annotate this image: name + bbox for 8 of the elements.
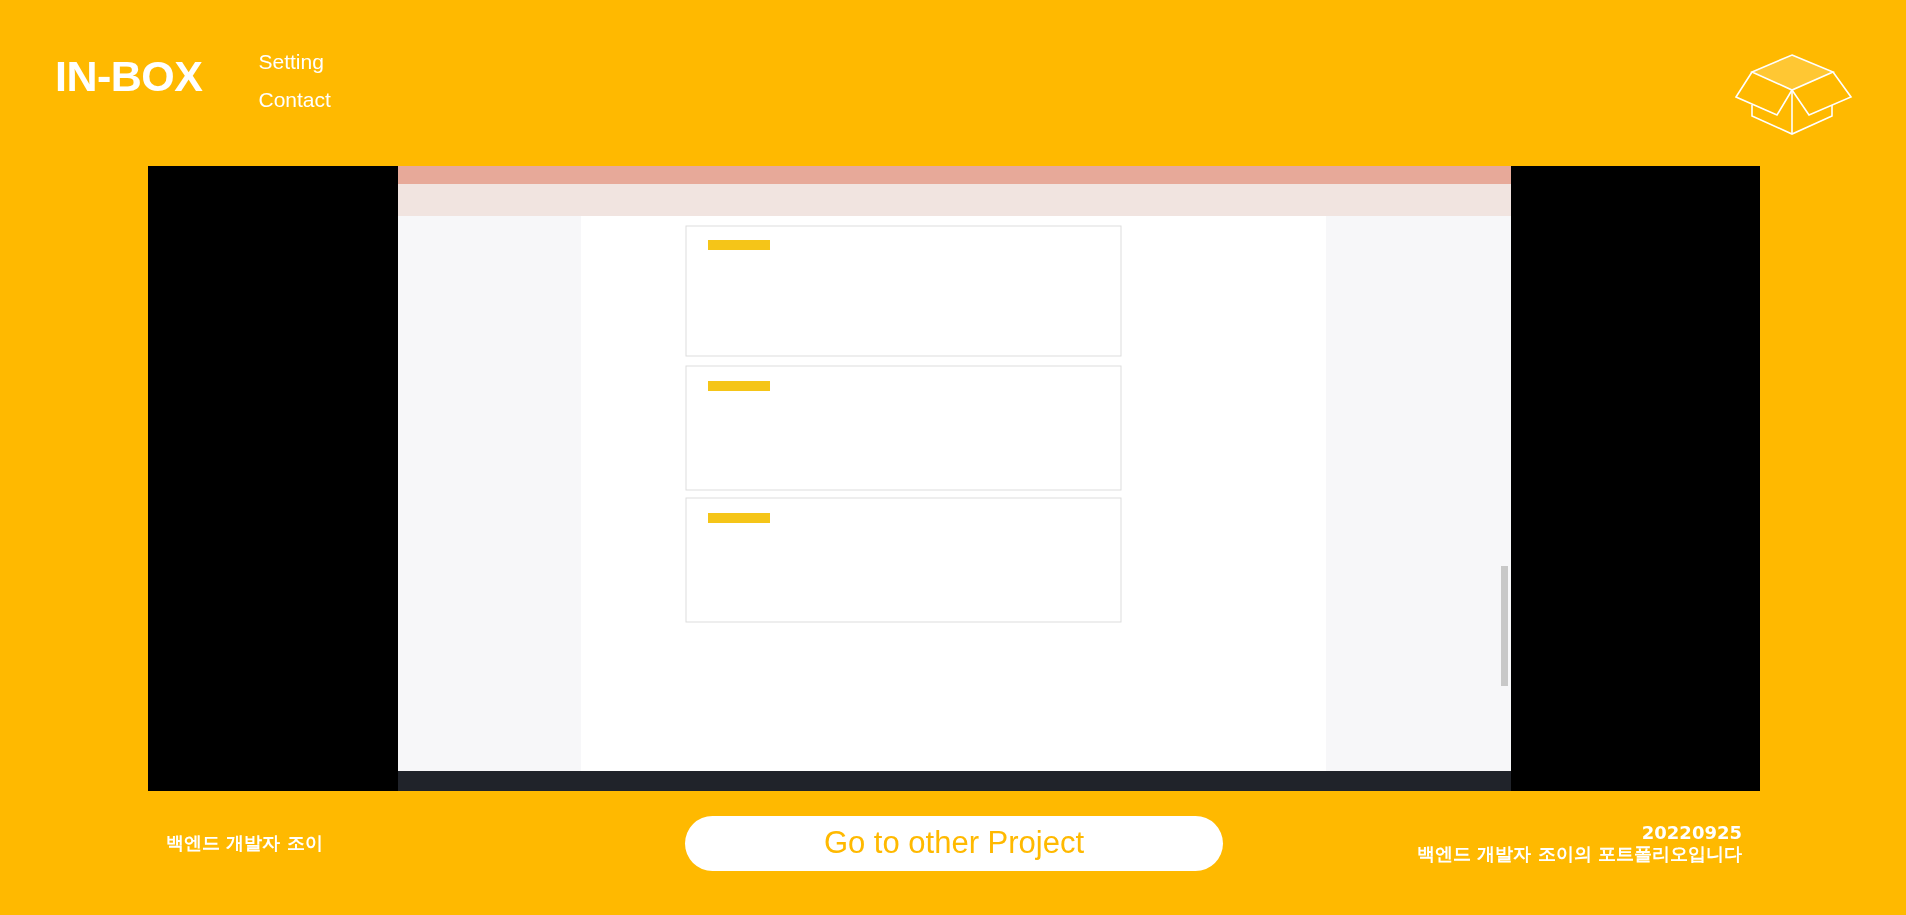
other-project-button[interactable]: Go to other Project xyxy=(685,815,1223,871)
logo: IN-BOX xyxy=(55,52,203,101)
nav-link[interactable]: Setting xyxy=(258,50,331,74)
footer-text: 백엔드 개발자 조이의 포트폴리오입니다 xyxy=(1417,843,1742,864)
nav-link[interactable]: Contact xyxy=(258,88,331,112)
open-box-icon xyxy=(1735,54,1853,136)
author-name: 백엔드 개발자 조이 xyxy=(166,831,324,855)
footer-text: 20220925 xyxy=(1641,822,1742,843)
